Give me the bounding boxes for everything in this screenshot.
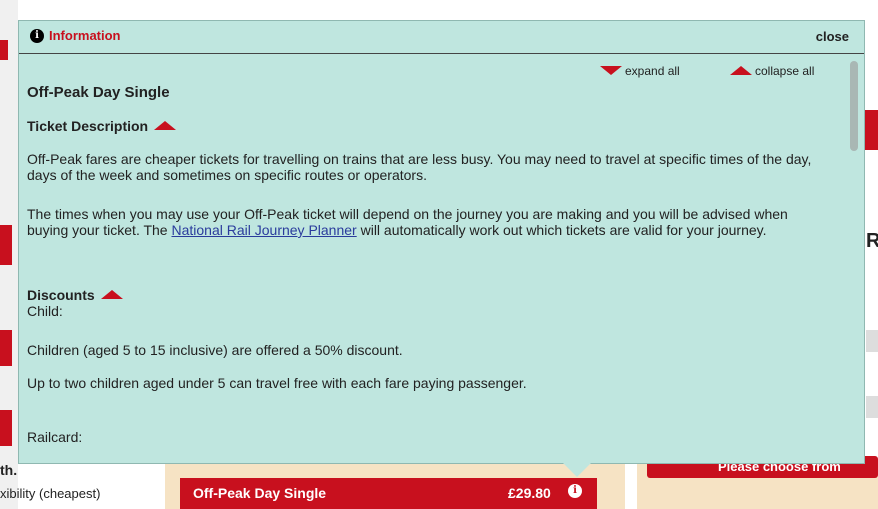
child-discount-text: Children (aged 5 to 15 inclusive) are of… — [27, 342, 403, 358]
bg-right-letter: R — [866, 230, 878, 252]
journey-planner-link[interactable]: National Rail Journey Planner — [171, 222, 356, 238]
discounts-heading[interactable]: Discounts — [27, 287, 123, 303]
close-link[interactable]: close — [816, 29, 849, 44]
expand-all-label: expand all — [625, 63, 680, 78]
expand-all-link[interactable]: expand all — [600, 63, 680, 78]
child-label: Child: — [27, 303, 63, 319]
info-icon: i — [30, 29, 44, 43]
discounts-label: Discounts — [27, 287, 95, 303]
bg-ticket-info-icon[interactable]: i — [568, 484, 582, 498]
bg-ticket-name: Off-Peak Day Single — [193, 485, 327, 501]
ticket-description-label: Ticket Description — [27, 118, 149, 134]
information-popup: i Information close expand all collapse … — [18, 20, 865, 464]
bg-right-box-2 — [866, 396, 878, 418]
child-free-text: Up to two children aged under 5 can trav… — [27, 375, 527, 391]
bg-right-red-1 — [865, 110, 878, 150]
bg-right-box-1 — [866, 330, 878, 352]
popup-pointer-arrow — [563, 463, 591, 477]
collapse-all-link[interactable]: collapse all — [730, 63, 814, 78]
bg-left-option: xibility (cheapest) — [0, 486, 101, 501]
popup-title: Information — [49, 28, 121, 43]
ticket-name-heading: Off-Peak Day Single — [27, 84, 170, 101]
bg-left-heading: th. — [0, 462, 18, 478]
bg-red-tab-3 — [0, 330, 12, 366]
popup-header: i Information close — [19, 21, 864, 54]
ticket-description-heading[interactable]: Ticket Description — [27, 118, 177, 134]
bg-ticket-price: £29.80 — [508, 485, 551, 501]
description-paragraph-2: The times when you may use your Off-Peak… — [27, 206, 832, 238]
bg-red-tab-1 — [0, 40, 8, 60]
collapse-all-label: collapse all — [755, 63, 815, 78]
bg-red-tab-2 — [0, 225, 12, 265]
bg-red-tab-4 — [0, 410, 12, 446]
description-paragraph-1: Off-Peak fares are cheaper tickets for t… — [27, 151, 812, 183]
expand-triangle-icon — [600, 66, 622, 76]
popup-scrollbar[interactable] — [848, 59, 860, 461]
collapse-triangle-icon — [730, 66, 752, 76]
scrollbar-thumb[interactable] — [850, 61, 858, 151]
railcard-label: Railcard: — [27, 429, 83, 445]
description-p2-text-after: will automatically work out which ticket… — [356, 222, 767, 238]
collapse-section-icon[interactable] — [154, 120, 177, 130]
collapse-discounts-icon[interactable] — [100, 289, 123, 299]
